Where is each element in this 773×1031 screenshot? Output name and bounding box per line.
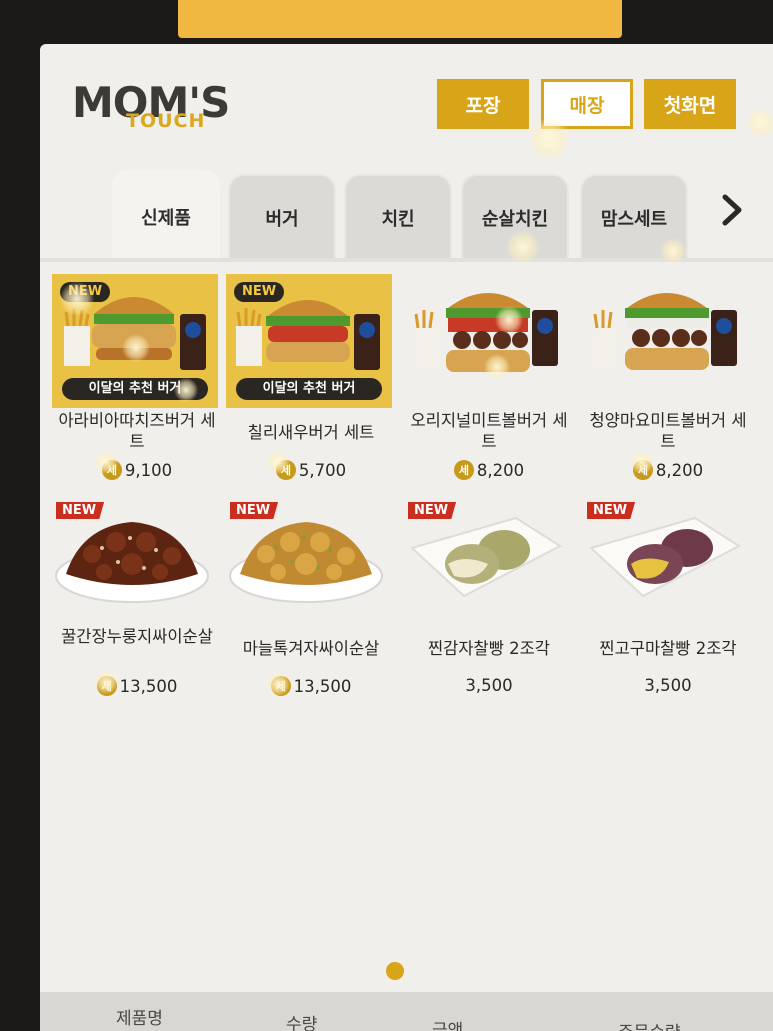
product-price: 세 9,100 — [52, 460, 222, 480]
product-price: 세 8,200 — [404, 460, 574, 480]
promo-label: 이달의 추천 버거 — [236, 378, 382, 400]
price-value: 3,500 — [644, 676, 692, 695]
product-card[interactable]: NEW 찐고구마찰빵 2조각 3,500 — [583, 502, 763, 702]
price-value: 13,500 — [293, 676, 352, 696]
product-image: NEW 이달의 추천 버거 — [226, 274, 392, 408]
order-summary-header: 제품명 수량 금액 주문수량 — [40, 992, 773, 1031]
product-card[interactable]: NEW 찐감자찰빵 2조각 3,500 — [404, 502, 584, 702]
product-name: 칠리새우버거 세트 — [247, 423, 375, 442]
product-card[interactable]: NEW 이달의 추천 버거 아라비아따치즈버거 세트 세 9,100 — [52, 274, 232, 480]
price-value: 13,500 — [119, 676, 178, 696]
product-price: 세 5,700 — [226, 460, 396, 480]
set-icon: 세 — [453, 460, 474, 480]
logo-touch-text: TOUCH — [126, 110, 206, 132]
new-badge: NEW — [56, 502, 105, 519]
product-price: 세 8,200 — [583, 460, 753, 480]
category-tabs: 신제품 버거 치킨 순살치킨 맘스세트 — [40, 170, 773, 262]
new-badge: NEW — [408, 502, 457, 519]
home-screen-button[interactable]: 첫화면 — [644, 79, 736, 129]
product-price: 세 13,500 — [52, 676, 222, 696]
product-name: 오리지널미트볼버거 세트 — [410, 411, 568, 451]
price-value: 5,700 — [298, 460, 347, 480]
amount-column: 금액 — [432, 1021, 464, 1031]
tab-moms-set[interactable]: 맘스세트 — [580, 174, 688, 260]
set-icon: 세 — [101, 460, 122, 480]
set-icon: 세 — [275, 460, 296, 480]
order-quantity-column: 주문수량 — [618, 1018, 681, 1031]
new-badge: NEW — [587, 502, 636, 519]
tab-burger[interactable]: 버거 — [228, 174, 336, 260]
product-name: 꿀간장누룽지싸이순살 — [61, 627, 213, 646]
page-indicator-dot[interactable] — [386, 962, 404, 980]
product-image: NEW 이달의 추천 버거 — [52, 274, 218, 408]
product-card[interactable]: NEW 마늘톡겨자싸이순살 세 13,500 — [226, 502, 406, 702]
product-price: 세 13,500 — [226, 676, 396, 696]
product-image — [583, 274, 749, 408]
takeout-button[interactable]: 포장 — [437, 79, 529, 129]
tab-chicken[interactable]: 치킨 — [344, 174, 452, 260]
tab-boneless-chicken[interactable]: 순살치킨 — [461, 174, 569, 260]
product-name: 찐고구마찰빵 2조각 — [599, 639, 737, 658]
product-card[interactable]: 청양마요미트볼버거 세트 세 8,200 — [583, 274, 763, 480]
product-card[interactable]: 오리지널미트볼버거 세트 세 8,200 — [404, 274, 584, 480]
light-glare — [746, 108, 773, 138]
price-value: 9,100 — [124, 460, 173, 480]
product-name-column: 제품명 — [116, 1009, 163, 1029]
product-card[interactable]: NEW 꿀간장누룽지싸이순살 세 13,500 — [52, 502, 232, 702]
product-price: 3,500 — [404, 676, 574, 695]
price-value: 8,200 — [476, 460, 525, 480]
moms-touch-logo: MOM'S TOUCH — [72, 80, 230, 140]
quantity-column: 수량 — [286, 1015, 318, 1031]
new-badge: NEW — [60, 282, 111, 302]
product-name: 찐감자찰빵 2조각 — [427, 639, 550, 658]
price-value: 8,200 — [655, 460, 704, 480]
product-name: 청양마요미트볼버거 세트 — [589, 411, 747, 451]
set-icon: 세 — [632, 460, 653, 480]
product-card[interactable]: NEW 이달의 추천 버거 칠리새우버거 세트 세 5,700 — [226, 274, 406, 480]
product-image: NEW — [404, 502, 570, 636]
product-price: 3,500 — [583, 676, 753, 695]
promo-label: 이달의 추천 버거 — [62, 378, 208, 400]
price-value: 3,500 — [465, 676, 513, 695]
dine-in-button[interactable]: 매장 — [541, 79, 633, 129]
set-icon: 세 — [270, 676, 291, 696]
product-image — [404, 274, 570, 408]
product-name: 아라비아따치즈버거 세트 — [58, 411, 216, 451]
kiosk-screen: MOM'S TOUCH 포장 매장 첫화면 신제품 버거 치킨 순살치킨 맘스세… — [40, 44, 773, 1031]
product-image: NEW — [583, 502, 749, 636]
product-image: NEW — [52, 502, 218, 636]
tab-new-products[interactable]: 신제품 — [112, 170, 220, 262]
tab-underline — [40, 258, 773, 262]
set-icon: 세 — [96, 676, 117, 696]
next-tabs-chevron-icon[interactable] — [712, 190, 752, 230]
product-name: 마늘톡겨자싸이순살 — [242, 639, 380, 658]
new-badge: NEW — [230, 502, 279, 519]
product-image: NEW — [226, 502, 392, 636]
new-badge: NEW — [234, 282, 285, 302]
top-sticker — [178, 0, 622, 38]
